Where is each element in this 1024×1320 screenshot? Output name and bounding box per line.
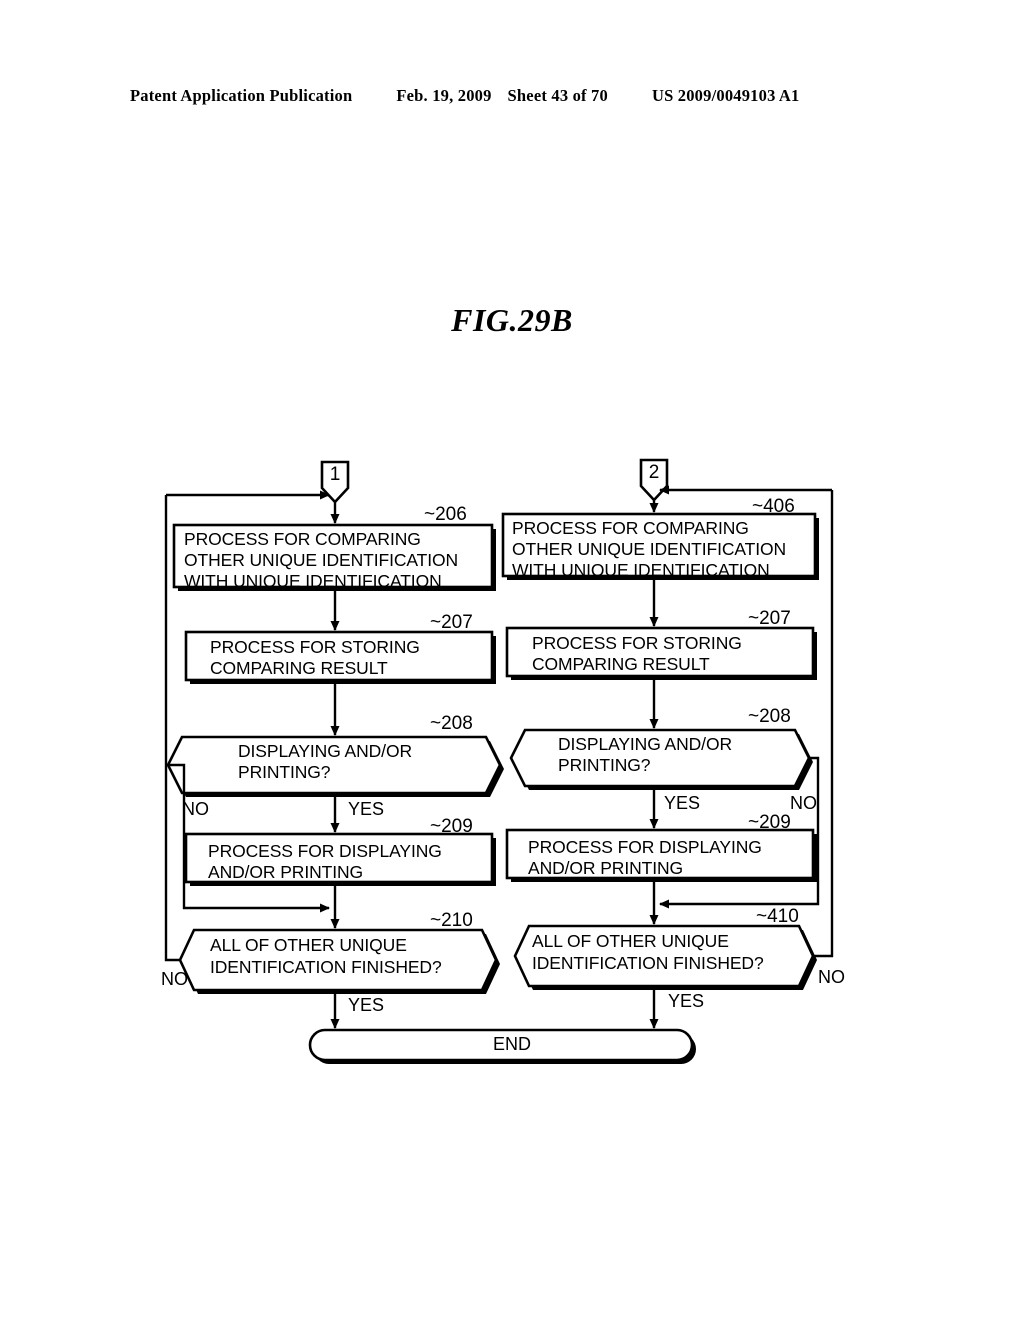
- ref-208-left: ~208: [430, 713, 473, 734]
- ref-209-right: ~209: [748, 812, 791, 833]
- decision-208-right: [509, 728, 811, 788]
- box-207-left: [184, 630, 494, 682]
- ref-406: ~406: [752, 496, 795, 517]
- box-406: [501, 512, 817, 578]
- connector-1-label: 1: [329, 464, 341, 485]
- connector-2-label: 2: [648, 462, 660, 483]
- ref-206: ~206: [424, 504, 467, 525]
- ref-210: ~210: [430, 910, 473, 931]
- box-209-right: [505, 828, 815, 880]
- ref-207-left: ~207: [430, 612, 473, 633]
- box-209-left: [184, 832, 494, 884]
- label-410-no: NO: [818, 967, 845, 987]
- label-208-left-no: NO: [182, 799, 209, 819]
- box-207-right: [505, 626, 815, 678]
- decision-208-left: [166, 735, 502, 795]
- decision-410-right: [513, 924, 815, 988]
- label-210-yes: YES: [348, 995, 385, 1015]
- box-206: [172, 523, 494, 589]
- label-208-right-yes: YES: [664, 793, 701, 813]
- terminal-end-label: END: [492, 1034, 531, 1054]
- ref-209-left: ~209: [430, 816, 473, 837]
- flowchart-diagram: [164, 458, 834, 1064]
- label-410-yes: YES: [668, 991, 705, 1011]
- ref-208-right: ~208: [748, 706, 791, 727]
- ref-207-right: ~207: [748, 608, 791, 629]
- label-210-no: NO: [161, 969, 188, 989]
- decision-210-left: [178, 928, 498, 992]
- label-208-right-no: NO: [790, 793, 817, 813]
- label-208-left-yes: YES: [348, 799, 385, 819]
- ref-410: ~410: [756, 906, 799, 927]
